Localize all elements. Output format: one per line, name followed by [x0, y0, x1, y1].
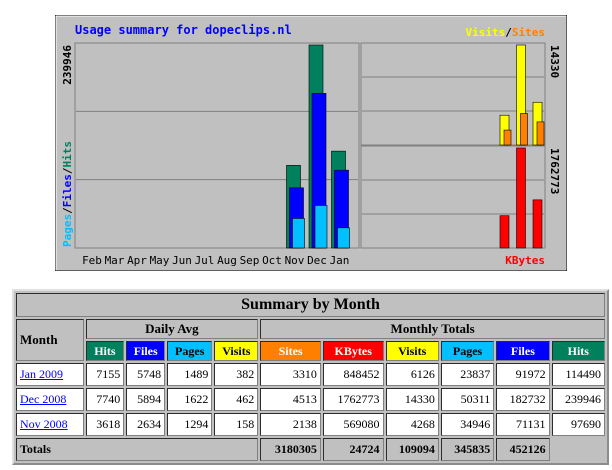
legend-kbytes: KBytes	[505, 254, 545, 267]
totals-hits: 452126	[496, 438, 550, 461]
month-cell: Jan 2009	[16, 363, 84, 386]
chart-title: Usage summary for dopeclips.nl	[75, 23, 292, 37]
daily-visits-cell: 462	[214, 388, 259, 411]
month-cell: Nov 2008	[16, 413, 84, 436]
monthly-hits-cell: 97690	[551, 413, 605, 436]
col-daily-visits: Visits	[214, 341, 259, 361]
bar-pages-dec	[314, 205, 328, 249]
legend-hits: Hits	[61, 141, 74, 168]
bar-kbytes-dec-2008	[516, 147, 526, 249]
summary-title: Summary by Month	[16, 293, 605, 317]
monthly-sites-cell: 4513	[260, 388, 321, 411]
month-label-dec: Dec	[307, 254, 327, 267]
daily-hits-cell: 7155	[85, 363, 125, 386]
daily-files-cell: 5748	[126, 363, 166, 386]
monthly-kbytes-cell: 1762773	[322, 388, 384, 411]
daily-pages-cell: 1294	[167, 413, 213, 436]
daily-pages-cell: 1622	[167, 388, 213, 411]
daily-visits-cell: 158	[214, 413, 259, 436]
usage-chart-panel: Usage summary for dopeclips.nl 239946 Pa…	[55, 15, 567, 271]
month-label-jan: Jan	[330, 254, 350, 267]
monthly-pages-cell: 50311	[440, 388, 495, 411]
bar-sites-jan-2009	[536, 121, 545, 146]
col-monthly-pages: Pages	[440, 341, 495, 361]
month-link[interactable]: Nov 2008	[20, 417, 68, 431]
month-label-apr: Apr	[127, 254, 147, 267]
left-axis-max-label: 239946	[61, 45, 74, 85]
totals-files: 345835	[440, 438, 495, 461]
bar-pages-nov	[292, 218, 305, 249]
monthly-sites-cell: 2138	[260, 413, 321, 436]
month-label-jul: Jul	[195, 254, 215, 267]
month-cell: Dec 2008	[16, 388, 84, 411]
col-monthly-visits: Visits	[385, 341, 439, 361]
daily-avg-header: Daily Avg	[85, 319, 259, 339]
daily-hits-cell: 3618	[85, 413, 125, 436]
totals-pages: 109094	[385, 438, 439, 461]
usage-chart: Usage summary for dopeclips.nl 239946 Pa…	[55, 15, 567, 271]
monthly-hits-cell: 114490	[551, 363, 605, 386]
monthly-visits-cell: 14330	[385, 388, 439, 411]
col-monthly-kbytes: KBytes	[322, 341, 384, 361]
bar-pages-jan	[337, 227, 350, 249]
monthly-kbytes-cell: 848452	[322, 363, 384, 386]
month-header: Month	[16, 319, 84, 361]
col-monthly-files: Files	[496, 341, 550, 361]
month-label-feb: Feb	[82, 254, 102, 267]
totals-label: Totals	[16, 438, 259, 461]
month-label-may: May	[150, 254, 170, 267]
table-row: Jan 2009 7155 5748 1489 382 3310 848452 …	[16, 363, 605, 386]
monthly-files-cell: 182732	[496, 388, 550, 411]
col-daily-pages: Pages	[167, 341, 213, 361]
legend-files: Files	[61, 174, 74, 207]
right-top-legend: Visits/Sites	[466, 26, 546, 39]
monthly-hits-cell: 239946	[551, 388, 605, 411]
col-daily-files: Files	[126, 341, 166, 361]
right-top-axis-max-label: 14330	[548, 45, 561, 78]
monthly-pages-cell: 34946	[440, 413, 495, 436]
month-label-mar: Mar	[105, 254, 125, 267]
table-row: Dec 2008 7740 5894 1622 462 4513 1762773…	[16, 388, 605, 411]
col-monthly-sites: Sites	[260, 341, 321, 361]
monthly-sites-cell: 3310	[260, 363, 321, 386]
daily-visits-cell: 382	[214, 363, 259, 386]
month-label-sep: Sep	[240, 254, 260, 267]
legend-sites: Sites	[512, 26, 545, 39]
monthly-kbytes-cell: 569080	[322, 413, 384, 436]
totals-row: Totals 3180305 24724 109094 345835 45212…	[16, 438, 605, 461]
right-bottom-axis-max-label: 1762773	[548, 148, 561, 194]
legend-pages: Pages	[61, 214, 74, 247]
left-legend: Pages/Files/Hits	[61, 141, 74, 247]
month-label-oct: Oct	[262, 254, 282, 267]
bar-kbytes-nov-2008	[499, 215, 510, 249]
bar-sites-dec-2008	[520, 113, 528, 146]
month-link[interactable]: Jan 2009	[20, 367, 63, 381]
daily-pages-cell: 1489	[167, 363, 213, 386]
monthly-visits-cell: 4268	[385, 413, 439, 436]
monthly-pages-cell: 23837	[440, 363, 495, 386]
col-monthly-hits: Hits	[551, 341, 605, 361]
monthly-files-cell: 91972	[496, 363, 550, 386]
month-label-aug: Aug	[217, 254, 237, 267]
daily-files-cell: 2634	[126, 413, 166, 436]
daily-files-cell: 5894	[126, 388, 166, 411]
monthly-totals-header: Monthly Totals	[260, 319, 605, 339]
legend-visits: Visits	[466, 26, 506, 39]
summary-table: Summary by Month Month Daily Avg Monthly…	[12, 289, 609, 465]
totals-kbytes: 3180305	[260, 438, 321, 461]
bar-sites-nov-2008	[503, 129, 512, 146]
month-link[interactable]: Dec 2008	[20, 392, 66, 406]
monthly-files-cell: 71131	[496, 413, 550, 436]
daily-hits-cell: 7740	[85, 388, 125, 411]
month-label-jun: Jun	[172, 254, 192, 267]
totals-visits: 24724	[322, 438, 384, 461]
col-daily-hits: Hits	[85, 341, 125, 361]
table-row: Nov 2008 3618 2634 1294 158 2138 569080 …	[16, 413, 605, 436]
monthly-visits-cell: 6126	[385, 363, 439, 386]
month-label-nov: Nov	[285, 254, 305, 267]
bar-kbytes-jan-2009	[532, 199, 543, 249]
